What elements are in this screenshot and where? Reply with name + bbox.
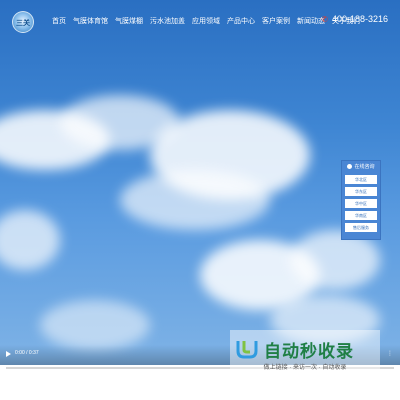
watermark-logo-icon (236, 341, 258, 359)
header: 三关 首页 气膜体育馆 气膜煤棚 污水池加盖 应用领域 产品中心 客户案例 新闻… (0, 0, 400, 44)
hero-video[interactable] (0, 0, 400, 365)
consult-item-east[interactable]: 华东区 (345, 187, 377, 196)
consult-header[interactable]: 在线咨询 (342, 161, 380, 172)
consult-item-after-sales[interactable]: 售后服务 (345, 223, 377, 232)
consult-item-central[interactable]: 华中区 (345, 199, 377, 208)
play-icon[interactable] (6, 351, 11, 357)
nav-home[interactable]: 首页 (52, 16, 66, 26)
phone-contact[interactable]: ✆ 400-188-3216 (321, 14, 388, 24)
phone-number: 400-188-3216 (331, 14, 388, 24)
cloud (120, 170, 270, 230)
chat-icon (347, 164, 353, 169)
consult-panel: 在线咨询 华北区 华东区 华中区 华南区 售后服务 (341, 160, 381, 240)
nav-cases[interactable]: 客户案例 (262, 16, 290, 26)
consult-item-north[interactable]: 华北区 (345, 175, 377, 184)
watermark: 自动秒收录 做上链接 · 来访一次 · 自动收录 (230, 330, 380, 376)
watermark-subtitle: 做上链接 · 来访一次 · 自动收录 (263, 365, 347, 371)
video-time: 0:00 / 0:37 (15, 350, 39, 356)
more-options-icon[interactable]: ⋮ (387, 350, 393, 357)
phone-icon: ✆ (321, 14, 328, 24)
watermark-title: 自动秒收录 (264, 342, 354, 361)
cloud (0, 210, 60, 270)
nav-sewage-cover[interactable]: 污水池加盖 (150, 16, 185, 26)
logo[interactable]: 三关 (12, 11, 34, 33)
logo-text: 三关 (16, 20, 30, 27)
nav-products[interactable]: 产品中心 (227, 16, 255, 26)
nav-applications[interactable]: 应用领域 (192, 16, 220, 26)
consult-item-south[interactable]: 华南区 (345, 211, 377, 220)
nav-stadium[interactable]: 气膜体育馆 (73, 16, 108, 26)
main-nav: 首页 气膜体育馆 气膜煤棚 污水池加盖 应用领域 产品中心 客户案例 新闻动态 … (52, 16, 367, 26)
cloud (40, 300, 150, 350)
nav-coal-shed[interactable]: 气膜煤棚 (115, 16, 143, 26)
consult-title: 在线咨询 (354, 164, 375, 170)
